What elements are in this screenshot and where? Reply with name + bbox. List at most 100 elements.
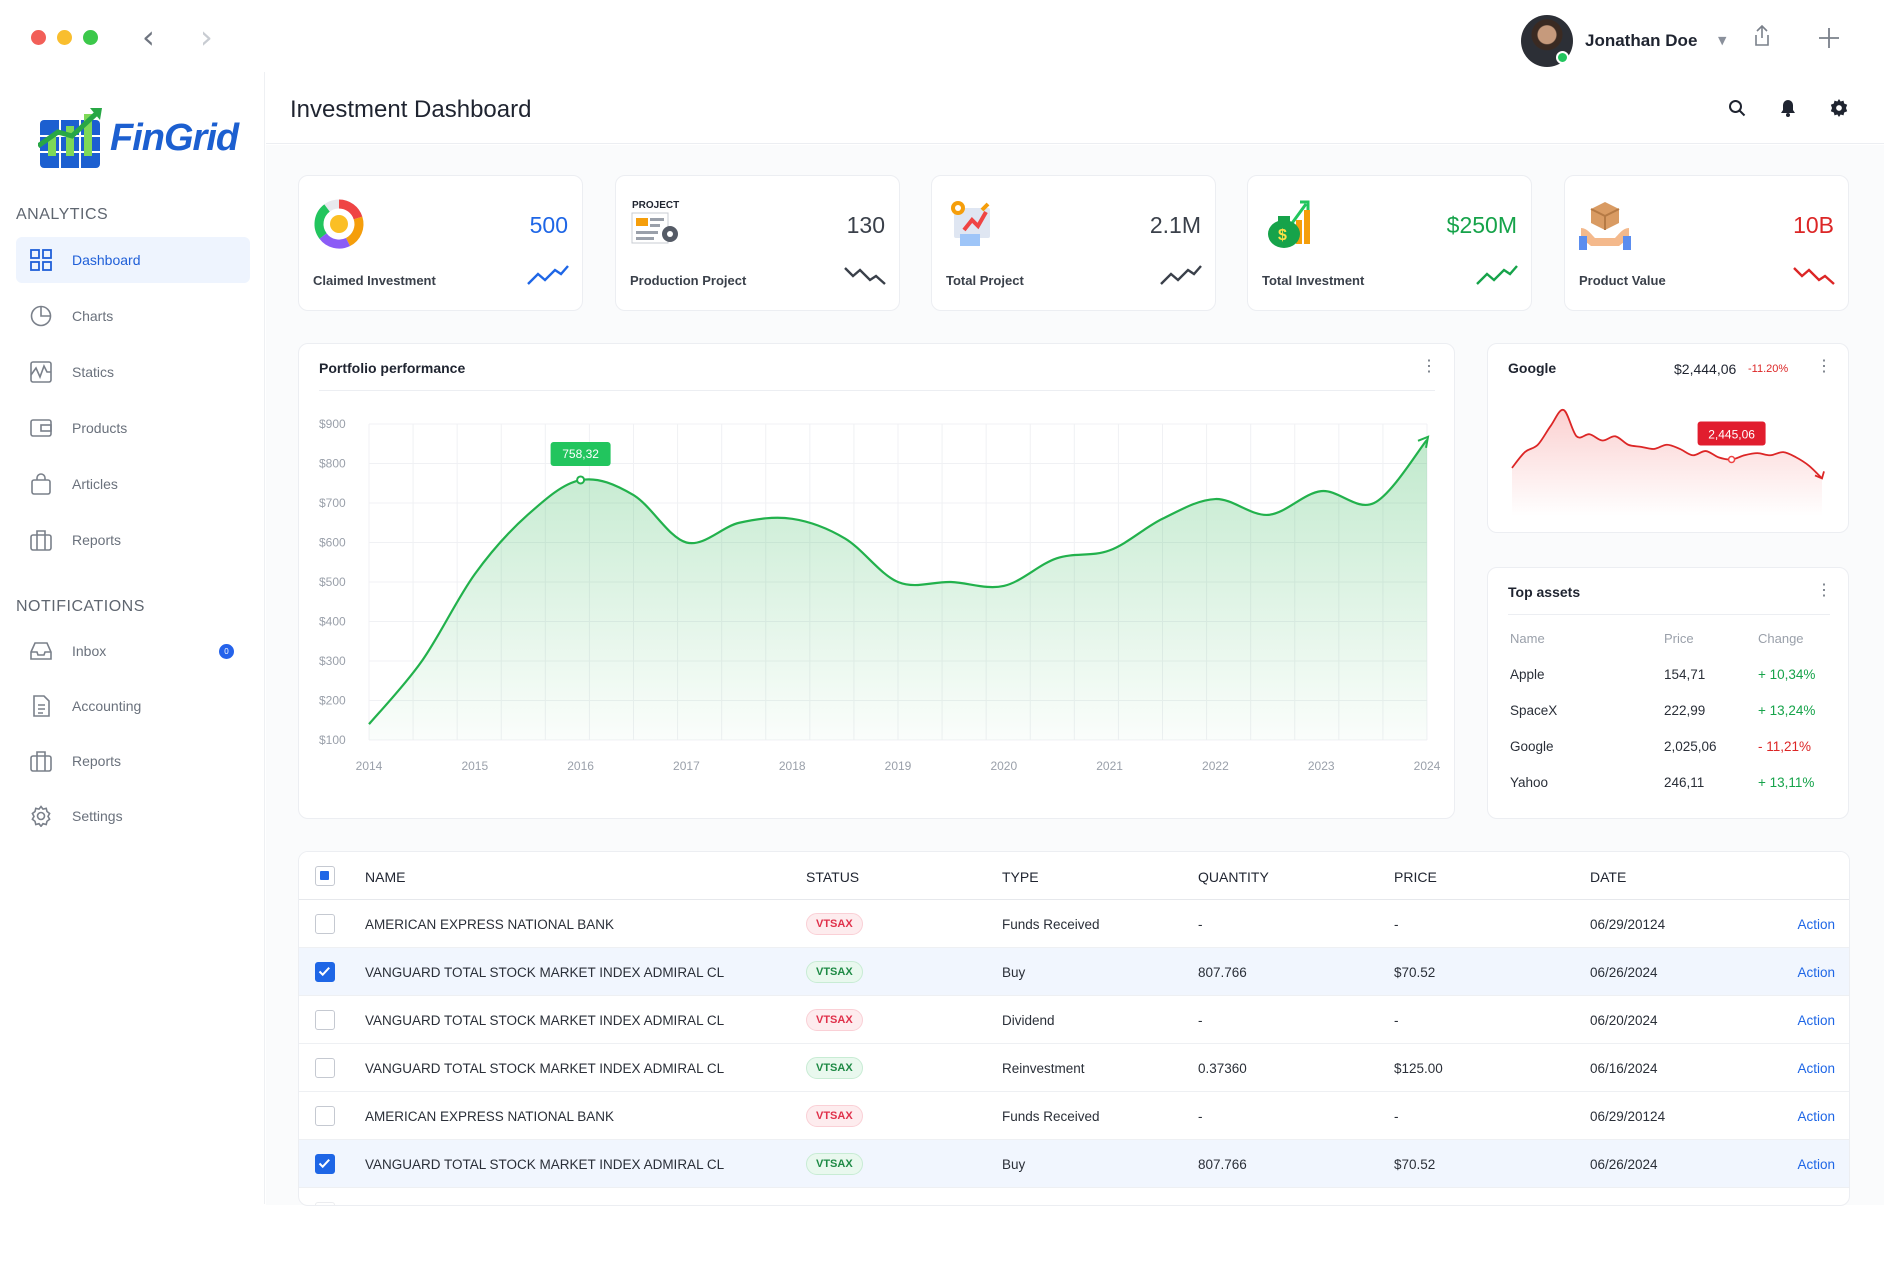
portfolio-chart[interactable]: $900 $800 $700 $600 $500 $400 $300 $200 $100 2014… bbox=[299, 394, 1456, 814]
sidebar-item-articles[interactable]: Articles bbox=[16, 461, 250, 507]
asset-row[interactable]: Google 2,025,06 - 11,21% bbox=[1510, 728, 1838, 764]
sidebar-item-charts[interactable]: Charts bbox=[16, 293, 250, 339]
sidebar-item-statics[interactable]: Statics bbox=[16, 349, 250, 395]
chevron-down-icon[interactable]: ▼ bbox=[1718, 34, 1726, 47]
asset-row[interactable]: Yahoo 246,11 + 13,11% bbox=[1510, 764, 1838, 800]
project-board-icon bbox=[951, 201, 990, 246]
kpi-value: 2.1M bbox=[1149, 212, 1201, 238]
x-tick-label: 2015 bbox=[461, 759, 488, 773]
asset-name: Apple bbox=[1510, 666, 1545, 682]
row-checkbox[interactable] bbox=[315, 1106, 335, 1126]
cell-price: $70.52 bbox=[1394, 1157, 1436, 1172]
table-row[interactable]: VANGUARD TOTAL STOCK MARKET INDEX ADMIRA… bbox=[299, 948, 1849, 996]
sidebar-item-settings[interactable]: Settings bbox=[16, 793, 250, 839]
asset-row[interactable]: Apple 154,71 + 10,34% bbox=[1510, 656, 1838, 692]
google-stock-card[interactable]: Google $2,444,06 -11.20% ⋮ 2,445,06 bbox=[1487, 343, 1849, 533]
column-header: Price bbox=[1664, 630, 1694, 646]
more-options-icon[interactable]: ⋮ bbox=[1816, 359, 1832, 375]
asset-change: + 13,11% bbox=[1758, 774, 1815, 790]
sidebar-item-label: Dashboard bbox=[72, 252, 141, 268]
minimize-window-button[interactable] bbox=[57, 30, 72, 45]
svg-text:$: $ bbox=[1278, 227, 1287, 244]
plus-icon[interactable] bbox=[1818, 27, 1840, 49]
sidebar-item-products[interactable]: Products bbox=[16, 405, 250, 451]
page-title: Investment Dashboard bbox=[290, 96, 532, 123]
sidebar-item-label: Reports bbox=[72, 753, 122, 769]
row-action-link[interactable]: Action bbox=[1797, 1061, 1835, 1076]
row-checkbox[interactable] bbox=[315, 1010, 335, 1030]
row-action-link[interactable]: Action bbox=[1797, 965, 1835, 980]
row-checkbox[interactable] bbox=[315, 1058, 335, 1078]
x-tick-label: 2017 bbox=[673, 759, 700, 773]
user-name[interactable]: Jonathan Doe bbox=[1585, 31, 1697, 51]
money-bag-icon: $ bbox=[1268, 200, 1310, 248]
sidebar-item-reports-2[interactable]: Reports bbox=[16, 738, 250, 784]
highlight-point[interactable] bbox=[1727, 455, 1736, 464]
kpi-card-product-value[interactable]: 10B Product Value bbox=[1564, 175, 1849, 311]
row-checkbox[interactable] bbox=[315, 1154, 335, 1174]
google-sparkline-chart[interactable]: 2,445,06 bbox=[1508, 394, 1834, 524]
sidebar-item-inbox[interactable]: Inbox 0 bbox=[16, 628, 250, 674]
asset-change: - 11,21% bbox=[1758, 738, 1812, 754]
more-options-icon[interactable]: ⋮ bbox=[1421, 359, 1437, 375]
kpi-card-claimed-investment[interactable]: 500 Claimed Investment bbox=[298, 175, 583, 311]
notifications-button[interactable] bbox=[1769, 90, 1807, 126]
briefcase-icon bbox=[30, 530, 52, 551]
window-titlebar: ‹ › Jonathan Doe ▼ bbox=[0, 0, 1884, 72]
sidebar-item-accounting[interactable]: Accounting bbox=[16, 683, 250, 729]
row-action-link[interactable]: Action bbox=[1797, 1013, 1835, 1028]
x-tick-label: 2023 bbox=[1308, 759, 1335, 773]
row-action-link[interactable]: Action bbox=[1797, 917, 1835, 932]
asset-price: 2,025,06 bbox=[1664, 738, 1717, 754]
asset-row[interactable]: SpaceX 222,99 + 13,24% bbox=[1510, 692, 1838, 728]
table-row[interactable]: AMERICAN EXPRESS NATIONAL BANK VTSAX Funds… bbox=[299, 900, 1849, 948]
search-button[interactable] bbox=[1718, 90, 1756, 126]
maximize-window-button[interactable] bbox=[83, 30, 98, 45]
column-header[interactable]: PRICE bbox=[1394, 869, 1437, 885]
cell-date: 06/20/2024 bbox=[1590, 1013, 1658, 1028]
row-action-link[interactable]: Action bbox=[1797, 1109, 1835, 1124]
fingrid-logo[interactable]: FinGrid bbox=[36, 106, 239, 170]
column-header[interactable]: TYPE bbox=[1002, 869, 1039, 885]
cell-name: VANGUARD TOTAL STOCK MARKET INDEX ADMIRA… bbox=[365, 1061, 725, 1076]
close-window-button[interactable] bbox=[31, 30, 46, 45]
kpi-card-total-investment[interactable]: $ $250M Total Investment bbox=[1247, 175, 1532, 311]
table-row[interactable]: VANGUARD TOTAL STOCK MARKET INDEX ADMIRA… bbox=[299, 996, 1849, 1044]
kpi-card-production-project[interactable]: PROJECT 130 Production Project bbox=[615, 175, 900, 311]
cell-type: Buy bbox=[1002, 965, 1026, 980]
status-badge: VTSAX bbox=[806, 1153, 863, 1175]
cell-name: AMERICAN EXPRESS NATIONAL BANK bbox=[365, 1109, 615, 1124]
donut-chart-icon bbox=[314, 199, 364, 249]
annotation-point[interactable] bbox=[576, 475, 586, 485]
table-row[interactable]: VANGUARD TOTAL STOCK MARKET INDEX ADMIRA… bbox=[299, 1044, 1849, 1092]
x-tick-label: 2021 bbox=[1096, 759, 1123, 773]
sidebar-item-reports[interactable]: Reports bbox=[16, 517, 250, 563]
gear-icon bbox=[31, 805, 51, 827]
share-icon[interactable] bbox=[1752, 24, 1772, 48]
asset-name: Yahoo bbox=[1510, 774, 1549, 790]
asset-price: 246,11 bbox=[1664, 774, 1705, 790]
cell-type: Dividend bbox=[1002, 1013, 1055, 1028]
back-arrow-icon[interactable]: ‹ bbox=[142, 21, 155, 53]
column-header[interactable]: DATE bbox=[1590, 869, 1626, 885]
table-row[interactable]: VANGUARD TOTAL STOCK MARKET INDEX ADMIRA… bbox=[299, 1140, 1849, 1188]
row-checkbox[interactable] bbox=[315, 1202, 335, 1205]
card-title: Portfolio performance bbox=[319, 360, 466, 376]
row-action-link[interactable]: Action bbox=[1797, 1157, 1835, 1172]
kpi-card-total-project[interactable]: 2.1M Total Project bbox=[931, 175, 1216, 311]
sidebar-item-label: Settings bbox=[72, 808, 123, 824]
x-tick-label: 2024 bbox=[1414, 759, 1441, 773]
cell-quantity: 807.766 bbox=[1198, 965, 1247, 980]
column-header[interactable]: STATUS bbox=[806, 869, 859, 885]
select-all-checkbox[interactable] bbox=[315, 866, 335, 886]
settings-button[interactable] bbox=[1820, 90, 1858, 126]
table-row[interactable]: AMERICAN EXPRESS NATIONAL BANK VTSAX Funds… bbox=[299, 1092, 1849, 1140]
forward-arrow-icon[interactable]: › bbox=[200, 21, 213, 53]
row-checkbox[interactable] bbox=[315, 962, 335, 982]
sidebar-item-dashboard[interactable]: Dashboard bbox=[16, 237, 250, 283]
column-header[interactable]: NAME bbox=[365, 869, 405, 885]
more-options-icon[interactable]: ⋮ bbox=[1816, 583, 1832, 599]
kpi-icon-caption: PROJECT bbox=[632, 200, 679, 211]
column-header[interactable]: QUANTITY bbox=[1198, 869, 1269, 885]
row-checkbox[interactable] bbox=[315, 914, 335, 934]
